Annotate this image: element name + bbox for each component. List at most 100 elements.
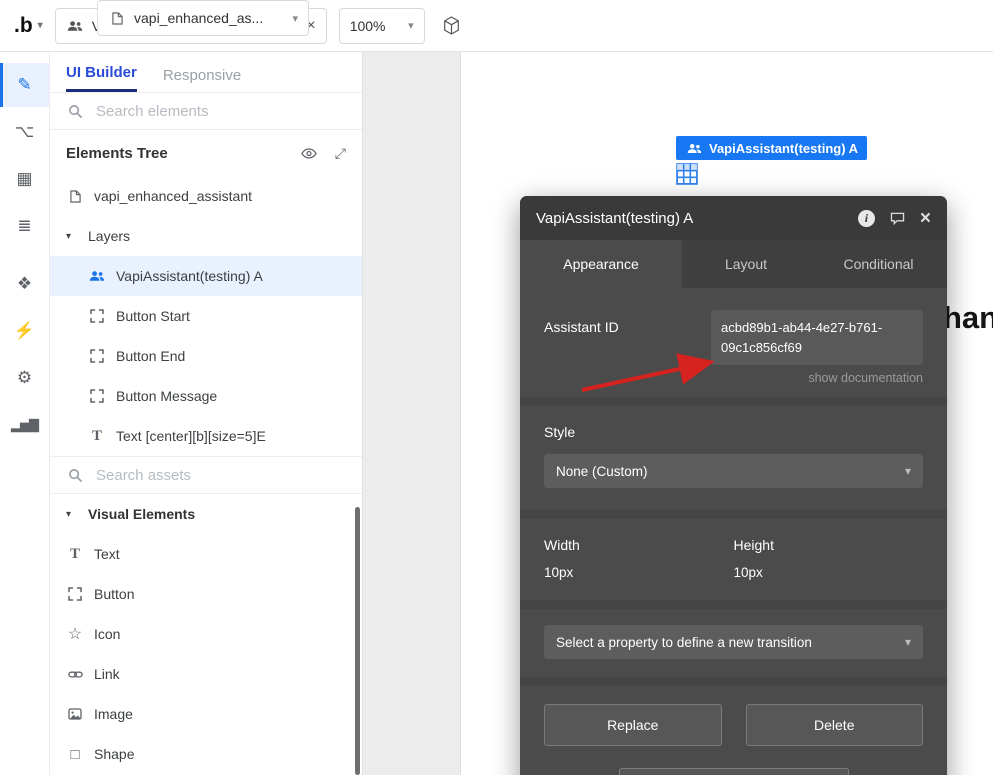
property-editor-titlebar[interactable]: VapiAssistant(testing) A i × — [520, 196, 947, 240]
users-icon — [88, 270, 106, 282]
left-nav-rail: ✎ ⌥ ▦ ≣ ❖ ⚡ ⚙ ▂▅▇ — [0, 52, 50, 775]
style-dropdown[interactable]: None (Custom) ▾ — [544, 454, 923, 488]
delete-button[interactable]: Delete — [746, 704, 924, 746]
layer-item-button-message[interactable]: Button Message — [50, 376, 362, 416]
size-section: Width 10px Height 10px — [520, 519, 947, 600]
page-heading-fragment: hanc — [943, 300, 993, 336]
nav-design[interactable]: ✎ — [0, 63, 49, 107]
width-value[interactable]: 10px — [544, 565, 734, 580]
design-canvas: hanc VapiAssistant(testing) A VapiAssist… — [363, 52, 993, 775]
layers-label: Layers — [88, 228, 130, 244]
assistant-id-section: Assistant ID acbd89b1-ab44-4e27-b761-09c… — [520, 288, 947, 397]
actions-section: Replace Delete — [520, 686, 947, 764]
database-icon: ≣ — [17, 216, 31, 236]
info-icon[interactable]: i — [858, 210, 875, 227]
zoom-value: 100% — [350, 18, 400, 34]
style-section: Style None (Custom) ▾ — [520, 406, 947, 510]
search-assets-box — [50, 456, 362, 494]
eye-icon[interactable] — [301, 148, 317, 159]
bubble-logo-menu[interactable]: .b ▾ — [14, 14, 43, 38]
top-toolbar: .b ▾ vapi_enhanced_as... ▾ VapiAssistant… — [0, 0, 993, 52]
visual-elements-toggle[interactable]: ▾ Visual Elements — [50, 494, 362, 534]
palette-item-shape[interactable]: □ Shape — [50, 734, 362, 774]
replace-button[interactable]: Replace — [544, 704, 722, 746]
transition-dropdown-placeholder: Select a property to define a new transi… — [556, 635, 897, 650]
button-element-icon — [88, 309, 106, 323]
tab-ui-builder[interactable]: UI Builder — [66, 64, 137, 92]
assistant-id-input[interactable]: acbd89b1-ab44-4e27-b761-09c1c856cf69 — [711, 310, 923, 365]
button-element-icon — [88, 349, 106, 363]
page-selector-dropdown[interactable]: vapi_enhanced_as... ▾ — [97, 0, 309, 36]
width-label: Width — [544, 537, 734, 553]
nav-settings[interactable]: ⚙ — [0, 356, 49, 400]
palette-item-label: Image — [94, 706, 133, 722]
property-editor-title: VapiAssistant(testing) A — [536, 210, 843, 227]
nav-styles[interactable]: ❖ — [0, 262, 49, 306]
nav-components[interactable]: ▦ — [0, 157, 49, 201]
section-divider — [520, 397, 947, 406]
clipped-button[interactable] — [619, 768, 849, 775]
chevron-down-icon: ▾ — [292, 12, 298, 25]
search-elements-input[interactable] — [94, 102, 346, 121]
property-editor: VapiAssistant(testing) A i × Appearance … — [520, 196, 947, 775]
assistant-id-label: Assistant ID — [544, 310, 699, 385]
search-assets-input[interactable] — [94, 466, 346, 485]
text-element-icon: T — [88, 428, 106, 445]
layer-item-text[interactable]: T Text [center][b][size=5]E — [50, 416, 362, 456]
nav-workflow[interactable]: ⌥ — [0, 110, 49, 154]
height-label: Height — [734, 537, 924, 553]
palette-item-button[interactable]: Button — [50, 574, 362, 614]
panel-scrollbar[interactable] — [355, 507, 360, 775]
layer-label: Text [center][b][size=5]E — [116, 428, 266, 444]
bubble-logo: .b — [14, 14, 33, 38]
page-selector-value: vapi_enhanced_as... — [134, 10, 284, 26]
clipped-section — [520, 764, 947, 775]
tab-layout[interactable]: Layout — [682, 240, 810, 288]
layer-item-vapiassistant[interactable]: VapiAssistant(testing) A — [50, 256, 362, 296]
layers-group-toggle[interactable]: ▾ Layers — [50, 216, 362, 256]
height-value[interactable]: 10px — [734, 565, 924, 580]
nav-data[interactable]: ≣ — [0, 204, 49, 248]
zoom-dropdown[interactable]: 100% ▾ — [339, 8, 425, 44]
table-element-icon[interactable] — [676, 163, 698, 185]
nav-logs[interactable]: ▂▅▇ — [0, 403, 49, 447]
show-documentation-link[interactable]: show documentation — [711, 371, 923, 385]
component-library-icon[interactable] — [443, 16, 460, 35]
plugin-icon: ⚡ — [14, 321, 35, 341]
palette-item-icon[interactable]: ☆ Icon — [50, 614, 362, 654]
components-icon: ▦ — [16, 169, 32, 189]
palette-item-text[interactable]: T Text — [50, 534, 362, 574]
layer-item-button-start[interactable]: Button Start — [50, 296, 362, 336]
palette-item-image[interactable]: Image — [50, 694, 362, 734]
palette-item-label: Button — [94, 586, 134, 602]
section-divider — [520, 510, 947, 519]
chevron-down-icon: ▾ — [408, 19, 414, 32]
transition-dropdown[interactable]: Select a property to define a new transi… — [544, 625, 923, 659]
users-icon — [685, 143, 703, 154]
expand-panel-icon[interactable]: ⤢ — [335, 145, 346, 162]
property-editor-tabs: Appearance Layout Conditional — [520, 240, 947, 288]
comment-icon[interactable] — [890, 212, 905, 225]
tab-conditional[interactable]: Conditional — [810, 240, 947, 288]
layer-item-button-end[interactable]: Button End — [50, 336, 362, 376]
section-divider — [520, 600, 947, 609]
button-element-icon — [88, 389, 106, 403]
palette-item-label: Shape — [94, 746, 134, 762]
tab-appearance[interactable]: Appearance — [520, 240, 682, 288]
chart-icon: ▂▅▇ — [11, 417, 38, 433]
tab-responsive[interactable]: Responsive — [163, 67, 241, 92]
palette-item-label: Text — [94, 546, 120, 562]
palette-item-label: Icon — [94, 626, 120, 642]
tree-root-label: vapi_enhanced_assistant — [94, 188, 252, 204]
selected-element-tag[interactable]: VapiAssistant(testing) A — [676, 136, 867, 160]
text-element-icon: T — [66, 546, 84, 563]
palette-item-link[interactable]: Link — [50, 654, 362, 694]
link-icon — [66, 670, 84, 679]
nav-plugins[interactable]: ⚡ — [0, 309, 49, 353]
transition-section: Select a property to define a new transi… — [520, 609, 947, 677]
panel-tabs: UI Builder Responsive — [50, 52, 362, 92]
close-icon[interactable]: × — [920, 209, 931, 228]
tree-root-element[interactable]: vapi_enhanced_assistant — [50, 176, 362, 216]
section-divider — [520, 677, 947, 686]
search-elements-box — [50, 92, 362, 130]
